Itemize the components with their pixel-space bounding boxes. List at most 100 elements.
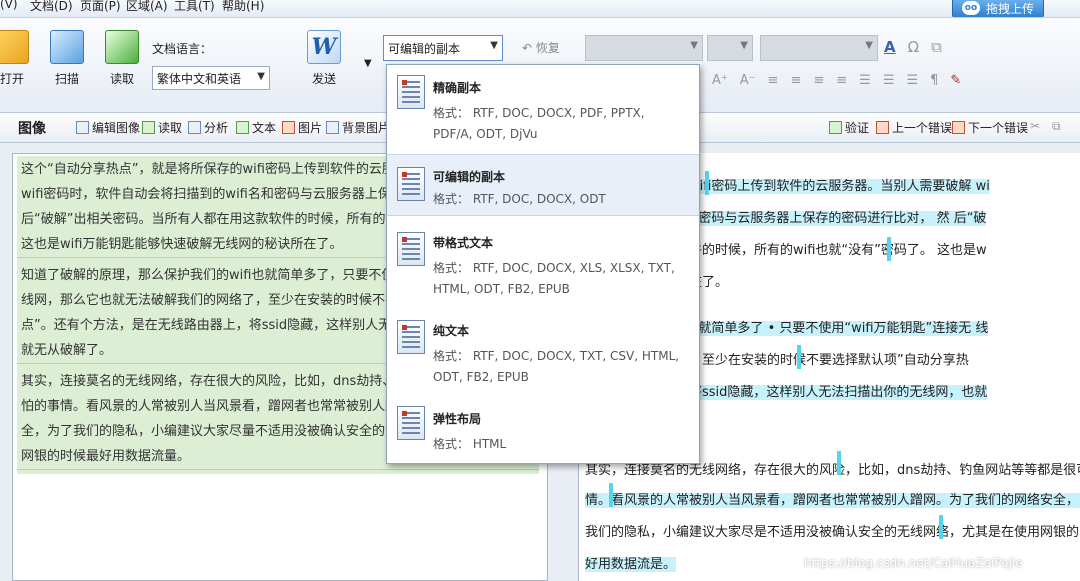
font-grow-icon[interactable]: A⁺ — [712, 73, 728, 88]
dropdown-option-editable-copy[interactable]: 可编辑的副本 格式： RTF, DOC, DOCX, ODT — [387, 154, 699, 216]
format-tools-top: A Ω ⧉ — [884, 38, 942, 56]
picture-area-button[interactable]: 图片 — [282, 119, 322, 136]
text-area-icon — [236, 121, 249, 134]
menu-page[interactable]: 页面(P) — [80, 0, 121, 14]
size-combo[interactable]: ▼ — [707, 35, 753, 61]
watermark: https://blog.csdn.net/CaiHuaZeiPoJie — [804, 556, 1023, 570]
read-page-button[interactable]: 读取 — [142, 119, 182, 136]
folder-open-icon — [0, 30, 29, 64]
verify-button[interactable]: 验证 — [829, 119, 869, 136]
edit-image-button[interactable]: 编辑图像 — [76, 119, 140, 136]
send-dropdown-arrow-icon[interactable]: ▼ — [364, 58, 372, 69]
font-color-icon[interactable]: A — [884, 38, 896, 56]
background-picture-label: 背景图片 — [342, 121, 391, 135]
read-document-icon — [105, 30, 139, 64]
indent-icon[interactable]: ☰ — [859, 73, 871, 88]
next-error-button[interactable]: 下一个错误 — [952, 119, 1028, 136]
scanner-icon — [50, 30, 84, 64]
background-picture-button[interactable]: 背景图片 — [326, 119, 390, 136]
restore-button[interactable]: ↶ 恢复 — [522, 39, 560, 56]
send-button[interactable]: W 发送 — [302, 30, 346, 87]
upload-logo-icon: oo — [961, 1, 980, 15]
dropdown-option-formatted-text[interactable]: 带格式文本 格式： RTF, DOC, DOCX, XLS, XLSX, TXT… — [387, 220, 699, 308]
cut-icon[interactable]: ✂ — [1030, 119, 1040, 133]
picture-area-label: 图片 — [298, 121, 323, 135]
undo-icon: ↶ — [522, 41, 533, 55]
chevron-down-icon: ▼ — [257, 71, 265, 82]
open-label: 打开 — [0, 72, 24, 86]
menu-area[interactable]: 区域(A) — [126, 0, 168, 14]
paragraph-icon[interactable]: ¶ — [930, 73, 938, 88]
outdent-icon[interactable]: ☰ — [906, 73, 918, 88]
uncertain-char-marker — [705, 171, 709, 195]
read-page-icon — [142, 121, 155, 134]
scan-button[interactable]: 扫描 — [45, 30, 89, 87]
edit-image-icon — [76, 121, 89, 134]
align-right-icon[interactable]: ≡ — [813, 73, 824, 88]
copy-icon[interactable]: ⧉ — [1052, 119, 1061, 134]
dropdown-option-plain-text[interactable]: 纯文本 格式： RTF, DOC, DOCX, TXT, CSV, HTML, … — [387, 308, 699, 396]
chevron-down-icon: ▼ — [690, 40, 698, 51]
next-error-label: 下一个错误 — [968, 121, 1029, 135]
highlighter-icon[interactable]: ✎ — [950, 73, 961, 88]
uncertain-char-marker — [797, 345, 801, 369]
copy-mode-select[interactable]: 可编辑的副本 ▼ — [383, 35, 503, 61]
upload-button-label: 拖拽上传 — [985, 1, 1034, 16]
picture-area-icon — [282, 121, 295, 134]
send-label: 发送 — [311, 72, 336, 86]
menu-bar: (V) 文档(D) 页面(P) 区域(A) 工具(T) 帮助(H) oo 拖拽上… — [0, 0, 1080, 18]
font-shrink-icon[interactable]: A⁻ — [740, 73, 756, 88]
font-combo[interactable]: ▼ — [760, 35, 878, 61]
dropdown-option-flexible-layout[interactable]: 弹性布局 格式： HTML — [387, 396, 699, 462]
menu-help[interactable]: 帮助(H) — [222, 0, 264, 14]
read-label: 读取 — [109, 72, 134, 86]
background-picture-icon — [326, 121, 339, 134]
chevron-down-icon: ▼ — [740, 40, 748, 51]
exact-copy-icon — [397, 75, 425, 109]
uncertain-char-marker — [837, 451, 841, 475]
style-combo[interactable]: ▼ — [585, 35, 703, 61]
flexible-layout-icon — [397, 406, 425, 440]
menu-view[interactable]: (V) — [0, 0, 18, 11]
scan-label: 扫描 — [54, 72, 79, 86]
text-area-label: 文本 — [252, 121, 277, 135]
open-button[interactable]: 打开 — [0, 30, 34, 87]
text-line: 好用数据流是。 — [585, 557, 677, 572]
uncertain-char-marker — [609, 483, 613, 507]
verify-label: 验证 — [845, 121, 870, 135]
doc-language-value: 繁体中文和英语 — [157, 72, 242, 86]
uncertain-char-marker — [939, 515, 943, 539]
align-center-icon[interactable]: ≡ — [790, 73, 801, 88]
chevron-down-icon: ▼ — [490, 40, 498, 51]
doc-language-select[interactable]: 繁体中文和英语 ▼ — [152, 66, 270, 90]
format-tools-row: A⁺ A⁻ ≡ ≡ ≡ ≡ ☰ ☰ ☰ ¶ ✎ — [712, 73, 961, 88]
word-icon: W — [307, 30, 341, 64]
copy-format-icon[interactable]: ⧉ — [931, 38, 942, 56]
restore-label: 恢复 — [535, 41, 560, 55]
next-error-icon — [952, 121, 965, 134]
doc-language-label: 文档语言： — [152, 42, 213, 56]
plain-text-icon — [397, 320, 425, 354]
menu-document[interactable]: 文档(D) — [30, 0, 73, 14]
list-icon[interactable]: ☰ — [883, 73, 895, 88]
analyze-label: 分析 — [204, 121, 229, 135]
prev-error-button[interactable]: 上一个错误 — [876, 119, 952, 136]
text-line: 情。看风景的人常被别人当风景看，蹭网者也常常被别人蹭网。为了我们的网络安全，为 — [585, 489, 1080, 508]
drag-upload-button[interactable]: oo 拖拽上传 — [952, 0, 1044, 17]
omega-icon[interactable]: Ω — [908, 38, 919, 56]
menu-tools[interactable]: 工具(T) — [174, 0, 215, 14]
copy-mode-value: 可编辑的副本 — [388, 42, 461, 56]
read-button[interactable]: 读取 — [100, 30, 144, 87]
text-line: 我们的隐私，小编建议大家尽是不适用没被确认安全的无线网络，尤其是在使用网银的时候 — [585, 525, 1080, 540]
text-area-button[interactable]: 文本 — [236, 119, 276, 136]
edit-image-label: 编辑图像 — [92, 121, 141, 135]
formatted-text-icon — [397, 232, 425, 266]
align-left-icon[interactable]: ≡ — [768, 73, 779, 88]
justify-icon[interactable]: ≡ — [836, 73, 847, 88]
dropdown-option-exact-copy[interactable]: 精确副本 格式： RTF, DOC, DOCX, PDF, PPTX, PDF/… — [387, 65, 699, 153]
verify-icon — [829, 121, 842, 134]
uncertain-char-marker — [887, 237, 891, 261]
copy-mode-dropdown: 精确副本 格式： RTF, DOC, DOCX, PDF, PPTX, PDF/… — [386, 64, 700, 464]
read-page-label: 读取 — [158, 121, 183, 135]
analyze-button[interactable]: 分析 — [188, 119, 228, 136]
